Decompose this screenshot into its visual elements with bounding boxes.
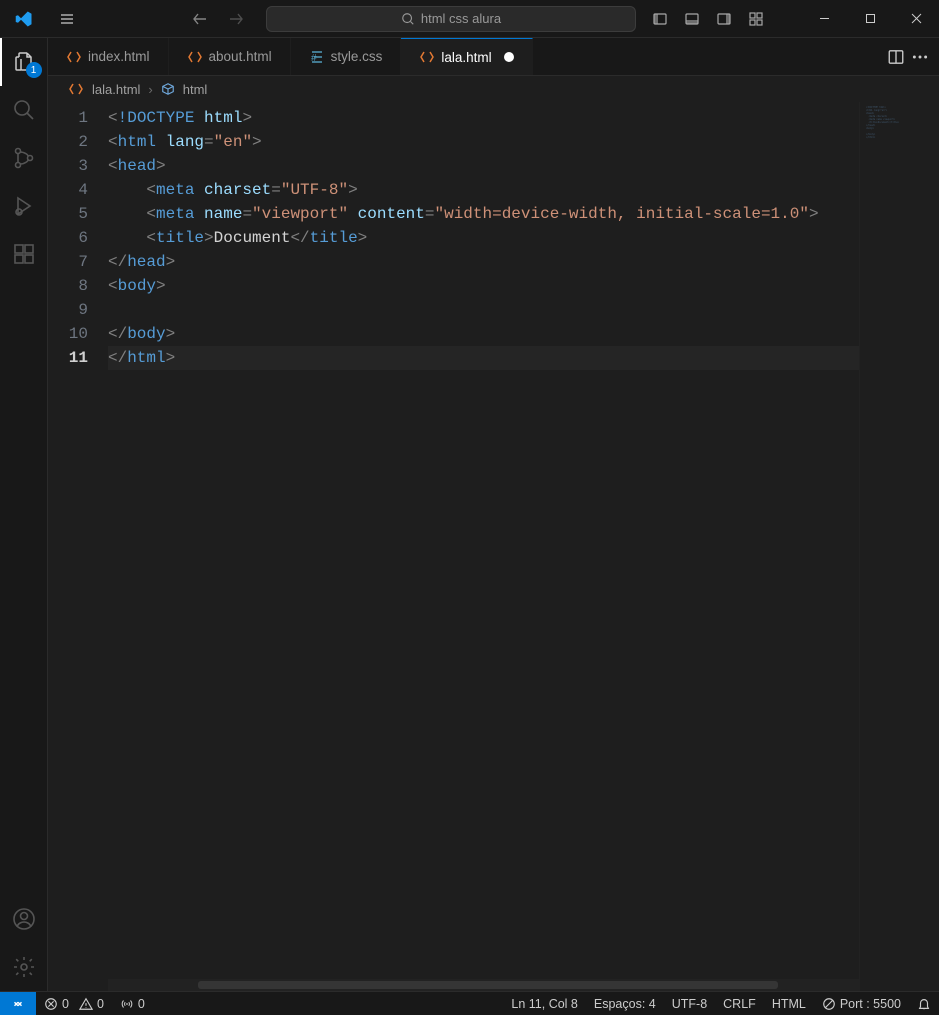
dirty-indicator-icon xyxy=(504,52,514,62)
status-ports[interactable]: 0 xyxy=(112,992,153,1015)
split-editor-button[interactable] xyxy=(887,48,905,66)
breadcrumb-file: lala.html xyxy=(92,82,140,97)
search-icon xyxy=(401,12,415,26)
maximize-button[interactable] xyxy=(847,0,893,38)
activity-extensions[interactable] xyxy=(0,230,48,278)
close-button[interactable] xyxy=(893,0,939,38)
activity-accounts[interactable] xyxy=(0,895,48,943)
activity-run-debug[interactable] xyxy=(0,182,48,230)
titlebar: html css alura xyxy=(0,0,939,38)
code-line[interactable]: <!DOCTYPE html> xyxy=(108,106,859,130)
minimap[interactable]: <!DOCTYPE html> <html lang="en"> <head> … xyxy=(859,102,939,991)
nav-forward-button[interactable] xyxy=(222,5,250,33)
toggle-panel-button[interactable] xyxy=(678,5,706,33)
remote-button[interactable] xyxy=(0,992,36,1015)
line-number: 10 xyxy=(48,322,108,346)
editor-area: index.html about.html # style.css lala.html … xyxy=(48,38,939,991)
code-line[interactable]: <body> xyxy=(108,274,859,298)
warning-icon xyxy=(79,997,93,1011)
activity-bar: 1 xyxy=(0,38,48,991)
status-bar: 0 0 0 Ln 11, Col 8 Espaços: 4 UTF-8 CRLF… xyxy=(0,991,939,1015)
line-number: 6 xyxy=(48,226,108,250)
explorer-badge: 1 xyxy=(26,62,42,78)
status-cursor-position[interactable]: Ln 11, Col 8 xyxy=(503,997,585,1011)
toggle-secondary-sidebar-button[interactable] xyxy=(710,5,738,33)
activity-settings[interactable] xyxy=(0,943,48,991)
code-line[interactable]: <html lang="en"> xyxy=(108,130,859,154)
activity-explorer[interactable]: 1 xyxy=(0,38,48,86)
activity-search[interactable] xyxy=(0,86,48,134)
code-line[interactable]: </body> xyxy=(108,322,859,346)
html-file-icon xyxy=(187,49,203,65)
activity-source-control[interactable] xyxy=(0,134,48,182)
tab-style-css[interactable]: # style.css xyxy=(291,38,402,75)
menu-button[interactable] xyxy=(48,0,86,37)
more-actions-button[interactable] xyxy=(911,48,929,66)
vscode-logo-icon xyxy=(0,0,48,37)
breadcrumb[interactable]: lala.html › html xyxy=(48,76,939,102)
tab-about-html[interactable]: about.html xyxy=(169,38,291,75)
code-line[interactable]: <title>Document</title> xyxy=(108,226,859,250)
radio-tower-icon xyxy=(120,997,134,1011)
code-line[interactable]: </head> xyxy=(108,250,859,274)
html-file-icon xyxy=(68,81,84,97)
toggle-primary-sidebar-button[interactable] xyxy=(646,5,674,33)
line-number: 7 xyxy=(48,250,108,274)
tab-label: index.html xyxy=(88,49,150,64)
search-text: html css alura xyxy=(421,11,501,26)
svg-text:#: # xyxy=(311,53,317,64)
code-line[interactable]: <meta charset="UTF-8"> xyxy=(108,178,859,202)
line-number: 9 xyxy=(48,298,108,322)
css-file-icon: # xyxy=(309,49,325,65)
line-number: 1 xyxy=(48,106,108,130)
breadcrumb-symbol: html xyxy=(183,82,208,97)
nav-back-button[interactable] xyxy=(186,5,214,33)
tab-lala-html[interactable]: lala.html xyxy=(401,38,532,75)
box-icon xyxy=(161,82,175,96)
line-number: 5 xyxy=(48,202,108,226)
status-encoding[interactable]: UTF-8 xyxy=(664,997,715,1011)
status-language[interactable]: HTML xyxy=(764,997,814,1011)
tab-index-html[interactable]: index.html xyxy=(48,38,169,75)
code-editor[interactable]: 1234567891011 <!DOCTYPE html><html lang=… xyxy=(48,102,859,991)
status-notifications[interactable] xyxy=(909,997,939,1011)
error-icon xyxy=(44,997,58,1011)
code-line[interactable]: </html> xyxy=(108,346,859,370)
line-number: 4 xyxy=(48,178,108,202)
tab-label: about.html xyxy=(209,49,272,64)
minimize-button[interactable] xyxy=(801,0,847,38)
horizontal-scrollbar[interactable] xyxy=(108,979,859,991)
html-file-icon xyxy=(419,49,435,65)
status-indentation[interactable]: Espaços: 4 xyxy=(586,997,664,1011)
bell-icon xyxy=(917,997,931,1011)
command-center-search[interactable]: html css alura xyxy=(266,6,636,32)
status-eol[interactable]: CRLF xyxy=(715,997,764,1011)
code-body[interactable]: <!DOCTYPE html><html lang="en"><head> <m… xyxy=(108,102,859,991)
line-number: 2 xyxy=(48,130,108,154)
customize-layout-button[interactable] xyxy=(742,5,770,33)
line-number: 3 xyxy=(48,154,108,178)
code-line[interactable]: <head> xyxy=(108,154,859,178)
tab-label: lala.html xyxy=(441,50,491,65)
chevron-right-icon: › xyxy=(148,82,152,97)
status-problems[interactable]: 0 0 xyxy=(36,992,112,1015)
tab-label: style.css xyxy=(331,49,383,64)
line-number: 8 xyxy=(48,274,108,298)
code-line[interactable]: <meta name="viewport" content="width=dev… xyxy=(108,202,859,226)
html-file-icon xyxy=(66,49,82,65)
code-line[interactable] xyxy=(108,298,859,322)
tab-bar: index.html about.html # style.css lala.html xyxy=(48,38,939,76)
line-gutter: 1234567891011 xyxy=(48,102,108,991)
status-live-server[interactable]: Port : 5500 xyxy=(814,997,909,1011)
block-icon xyxy=(822,997,836,1011)
line-number: 11 xyxy=(48,346,108,370)
